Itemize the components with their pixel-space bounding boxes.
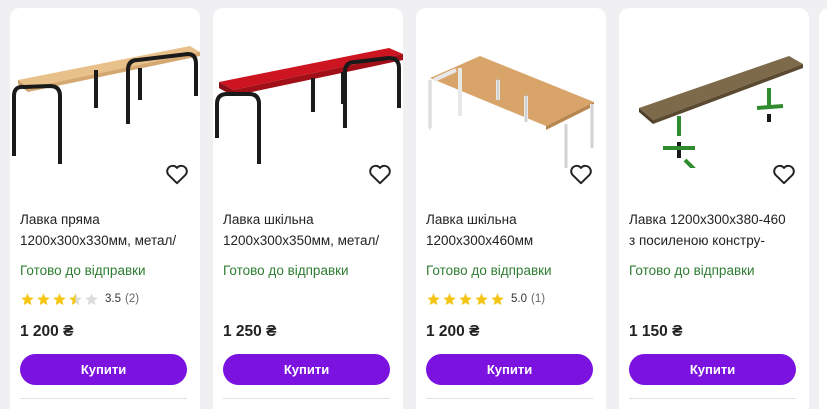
buy-button[interactable]: Купити <box>426 354 593 385</box>
availability-status: Готово до відправки <box>223 263 349 278</box>
star-icon <box>37 292 50 305</box>
star-icon <box>491 292 504 305</box>
next-product-card-partial[interactable] <box>819 8 827 409</box>
favorite-heart-icon[interactable] <box>164 161 190 187</box>
review-count: (2) <box>125 293 140 305</box>
divider <box>426 398 593 399</box>
favorite-heart-icon[interactable] <box>568 161 594 187</box>
star-icon <box>85 292 98 305</box>
product-title[interactable]: Лавка шкільна 1200х300х350мм, метал/ <box>223 209 398 251</box>
product-price: 1 250 ₴ <box>223 323 277 340</box>
favorite-heart-icon[interactable] <box>367 161 393 187</box>
review-count: (1) <box>531 293 546 305</box>
product-price: 1 200 ₴ <box>20 323 74 340</box>
star-icon <box>459 292 472 305</box>
product-image[interactable] <box>619 8 809 186</box>
product-price: 1 150 ₴ <box>629 323 683 340</box>
product-image[interactable] <box>10 8 200 168</box>
product-title[interactable]: Лавка пряма 1200х300х330мм, метал/ <box>20 209 195 251</box>
availability-status: Готово до відправки <box>629 263 755 278</box>
product-image[interactable] <box>213 8 403 168</box>
product-title[interactable]: Лавка шкільна 1200х300х460мм <box>426 209 601 251</box>
rating-value: 5.0 <box>511 293 527 305</box>
divider <box>629 398 796 399</box>
product-price: 1 200 ₴ <box>426 323 480 340</box>
star-icon <box>475 292 488 305</box>
product-card[interactable]: Лавка пряма 1200х300х330мм, метал/ Готов… <box>10 8 200 409</box>
star-icon <box>21 292 34 305</box>
rating-stars <box>20 292 99 307</box>
star-icon <box>427 292 440 305</box>
divider <box>20 398 187 399</box>
rating[interactable]: 5.0 (1) <box>426 291 545 307</box>
buy-button[interactable]: Купити <box>20 354 187 385</box>
product-card[interactable]: Лавка 1200х300х380-460 з посиленою конст… <box>619 8 809 409</box>
buy-button[interactable]: Купити <box>223 354 390 385</box>
product-image[interactable] <box>416 8 606 170</box>
product-card[interactable]: Лавка шкільна 1200х300х460мм Готово до в… <box>416 8 606 409</box>
favorite-heart-icon[interactable] <box>771 161 797 187</box>
product-title[interactable]: Лавка 1200х300х380-460 з посиленою конст… <box>629 209 804 251</box>
rating-value: 3.5 <box>105 293 121 305</box>
product-card[interactable]: Лавка шкільна 1200х300х350мм, метал/ Гот… <box>213 8 403 409</box>
star-icon <box>69 292 82 305</box>
star-icon <box>443 292 456 305</box>
availability-status: Готово до відправки <box>426 263 552 278</box>
star-icon <box>53 292 66 305</box>
rating-stars <box>426 292 505 307</box>
divider <box>223 398 390 399</box>
buy-button[interactable]: Купити <box>629 354 796 385</box>
rating[interactable]: 3.5 (2) <box>20 291 139 307</box>
availability-status: Готово до відправки <box>20 263 146 278</box>
